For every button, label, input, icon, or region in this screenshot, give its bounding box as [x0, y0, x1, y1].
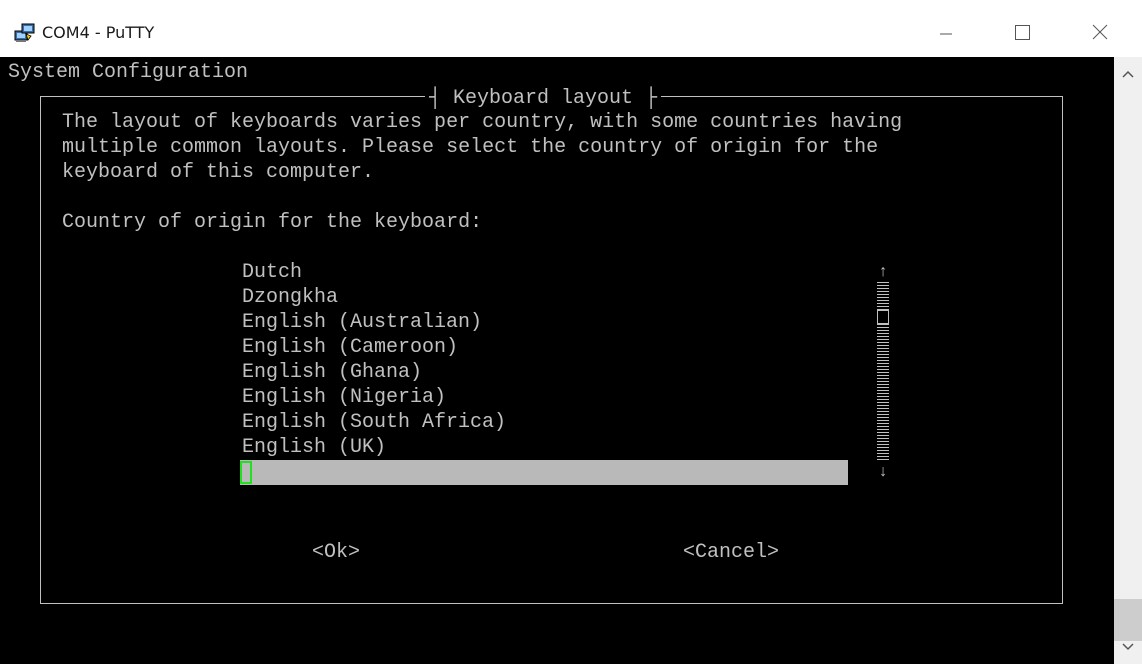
window-scrollbar[interactable]	[1114, 57, 1142, 664]
maximize-button[interactable]	[1004, 18, 1040, 48]
list-item[interactable]: English (Australian)	[240, 310, 850, 335]
scroll-thumb	[877, 310, 889, 324]
title-bar: COM4 - PuTTY	[0, 0, 1142, 57]
dialog-prompt: Country of origin for the keyboard:	[62, 211, 483, 234]
window-title: COM4 - PuTTY	[42, 23, 155, 42]
list-item[interactable]: English (Ghana)	[240, 360, 850, 385]
cancel-button[interactable]: <Cancel>	[683, 540, 779, 565]
ok-button[interactable]: <Ok>	[312, 540, 360, 565]
scroll-down-arrow-icon: ↓	[878, 463, 888, 481]
dialog-description: The layout of keyboards varies per count…	[62, 111, 903, 184]
selected-label: English (US)	[314, 486, 459, 509]
scroll-up-arrow-icon: ↑	[878, 263, 888, 281]
scrollbar-thumb[interactable]	[1114, 599, 1142, 641]
system-configuration-header: System Configuration	[8, 61, 249, 84]
putty-icon[interactable]	[14, 22, 36, 44]
list-scroll-indicator: ↑ ↓	[876, 260, 890, 485]
dialog-title: ┤ Keyboard layout ├	[425, 86, 662, 111]
chevron-up-icon[interactable]	[1120, 67, 1136, 81]
chevron-down-icon[interactable]	[1120, 640, 1136, 654]
list-item[interactable]: Dzongkha	[240, 285, 850, 310]
list-item[interactable]: English (UK)	[240, 435, 850, 460]
minimize-button[interactable]	[928, 18, 964, 48]
list-item-selected[interactable]: English (US)	[240, 460, 848, 509]
close-button[interactable]	[1082, 18, 1118, 48]
text-cursor	[240, 461, 252, 484]
scroll-track	[877, 282, 889, 462]
country-list[interactable]: Dutch Dzongkha English (Australian) Engl…	[240, 260, 850, 509]
list-item[interactable]: English (Nigeria)	[240, 385, 850, 410]
list-item[interactable]: Dutch	[240, 260, 850, 285]
list-item[interactable]: English (South Africa)	[240, 410, 850, 435]
list-item[interactable]: English (Cameroon)	[240, 335, 850, 360]
terminal-screen[interactable]: System Configuration ┤ Keyboard layout ├…	[0, 57, 1114, 664]
